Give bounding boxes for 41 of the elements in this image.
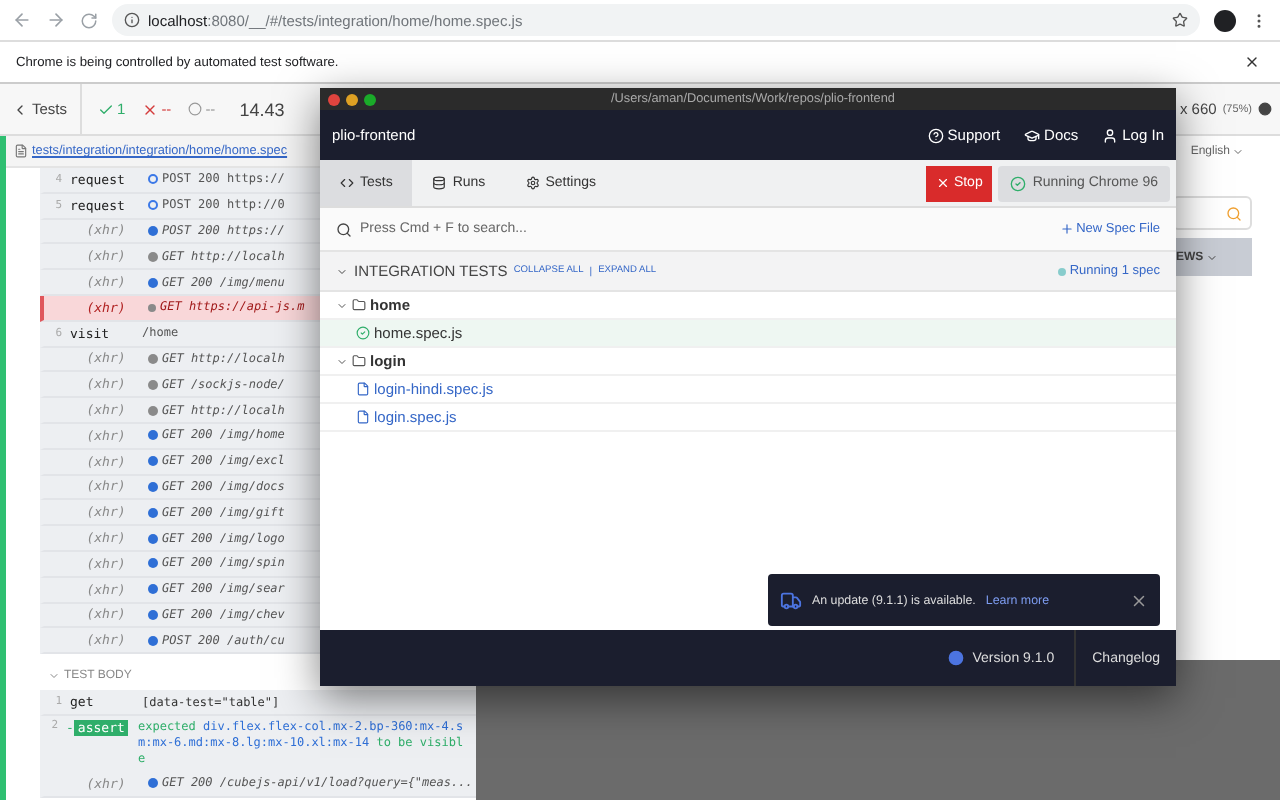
check-circle-icon	[1010, 175, 1027, 191]
close-window-button[interactable]	[328, 93, 340, 105]
chevron-left-icon	[12, 101, 28, 117]
database-icon	[432, 176, 447, 190]
star-icon[interactable]	[1172, 12, 1188, 28]
close-icon	[935, 176, 950, 190]
version-circle-icon	[948, 650, 965, 666]
maximize-window-button[interactable]	[364, 93, 376, 105]
truck-icon	[780, 589, 802, 611]
forward-arrow-icon[interactable]	[46, 10, 66, 30]
user-icon	[1102, 127, 1119, 143]
caret-down-icon	[336, 355, 348, 367]
plus-icon	[1060, 222, 1075, 236]
pending-circle-icon	[187, 102, 202, 116]
caret-down-icon	[48, 670, 60, 683]
close-icon[interactable]	[1130, 591, 1148, 609]
folder-icon	[352, 354, 366, 368]
file-icon	[356, 410, 370, 424]
file-icon	[356, 382, 370, 396]
cross-icon	[141, 101, 158, 117]
running-dot	[1057, 267, 1066, 275]
chevron-down-icon	[1205, 251, 1218, 263]
reload-icon[interactable]	[80, 11, 98, 29]
check-icon	[97, 101, 114, 117]
search-icon	[1226, 205, 1242, 221]
back-arrow-icon[interactable]	[12, 10, 32, 30]
duration-text: 14.43	[239, 99, 285, 119]
settings-icon	[525, 176, 540, 190]
profile-avatar[interactable]	[1214, 9, 1236, 31]
caret-down-icon	[336, 265, 348, 277]
close-icon[interactable]	[1244, 54, 1260, 70]
caret-down-icon	[336, 299, 348, 311]
help-icon	[927, 127, 944, 143]
folder-icon	[352, 298, 366, 312]
chevron-down-icon	[1232, 146, 1244, 158]
running-circle-icon	[356, 326, 370, 340]
search-icon	[336, 221, 352, 237]
code-icon	[340, 176, 354, 190]
file-icon	[14, 144, 28, 158]
graduation-cap-icon	[1024, 127, 1041, 143]
minimize-window-button[interactable]	[346, 93, 358, 105]
